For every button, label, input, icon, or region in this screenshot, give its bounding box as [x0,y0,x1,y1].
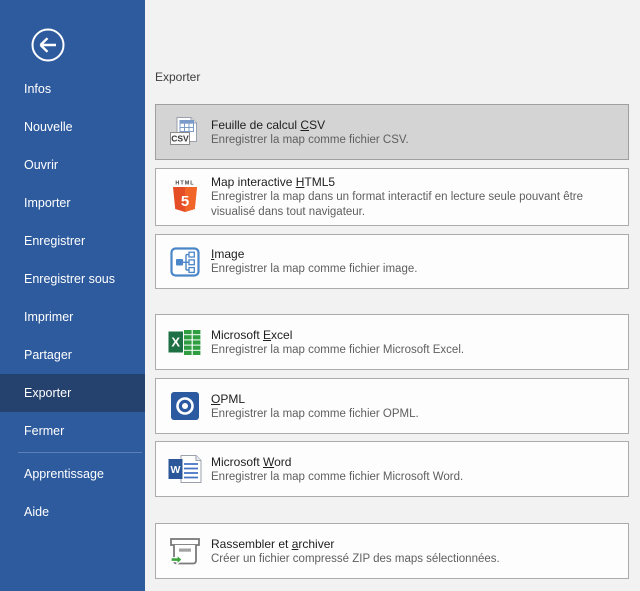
back-arrow-icon [30,27,66,63]
export-option-title: Microsoft Word [211,454,463,470]
opml-icon [167,391,203,421]
image-map-icon [167,246,203,278]
export-option-text: Map interactive HTML5 Enregistrer la map… [211,174,628,220]
export-option-title: Image [211,246,417,262]
export-option-text: Microsoft Word Enregistrer la map comme … [211,454,473,485]
export-options-list: CSV Feuille de calcul CSV Enregistrer la… [155,104,629,579]
sidebar-item-aide[interactable]: Aide [0,493,145,531]
export-option-description: Enregistrer la map dans un format intera… [211,190,618,220]
sidebar-item-fermer[interactable]: Fermer [0,412,145,450]
export-option-excel[interactable]: X Microsoft Excel Enregistrer la map com… [155,314,629,370]
sidebar-item-apprentissage[interactable]: Apprentissage [0,455,145,493]
sidebar-menu: Infos Nouvelle Ouvrir Importer Enregistr… [0,70,145,531]
excel-icon: X [167,327,203,357]
export-option-html5[interactable]: HTML 5 Map interactive HTML5 Enregistrer… [155,168,629,226]
export-option-description: Enregistrer la map comme fichier Microso… [211,470,463,485]
sidebar-item-partager[interactable]: Partager [0,336,145,374]
export-option-title: Map interactive HTML5 [211,174,618,190]
export-option-title: Rassembler et archiver [211,536,500,552]
sidebar-item-enregistrer-sous[interactable]: Enregistrer sous [0,260,145,298]
sidebar-item-infos[interactable]: Infos [0,70,145,108]
export-option-title: Microsoft Excel [211,327,464,343]
export-option-text: Rassembler et archiver Créer un fichier … [211,536,510,567]
archive-box-icon [167,536,203,566]
svg-text:HTML: HTML [175,181,194,187]
html5-logo-icon: HTML 5 [167,179,203,215]
sidebar-item-enregistrer[interactable]: Enregistrer [0,222,145,260]
export-option-text: OPML Enregistrer la map comme fichier OP… [211,391,429,422]
page-title: Exporter [155,70,200,84]
export-option-title: Feuille de calcul CSV [211,117,409,133]
back-button[interactable] [30,27,66,63]
csv-file-icon: CSV [167,116,203,148]
export-option-text: Image Enregistrer la map comme fichier i… [211,246,427,277]
export-option-description: Enregistrer la map comme fichier CSV. [211,133,409,148]
svg-text:5: 5 [181,193,189,210]
export-option-title: OPML [211,391,419,407]
export-option-text: Feuille de calcul CSV Enregistrer la map… [211,117,419,148]
export-option-text: Microsoft Excel Enregistrer la map comme… [211,327,474,358]
export-option-description: Enregistrer la map comme fichier Microso… [211,343,464,358]
sidebar-divider [18,452,142,453]
svg-text:W: W [171,464,181,476]
export-option-description: Enregistrer la map comme fichier image. [211,262,417,277]
export-option-word[interactable]: W Microsoft Word Enregistrer la map comm… [155,441,629,497]
sidebar: Infos Nouvelle Ouvrir Importer Enregistr… [0,0,145,591]
word-icon: W [167,454,203,484]
export-panel: Exporter CSV Feuille de calcul [145,0,640,591]
svg-text:X: X [171,335,180,350]
svg-text:CSV: CSV [171,134,189,144]
export-option-image[interactable]: Image Enregistrer la map comme fichier i… [155,234,629,289]
sidebar-item-exporter[interactable]: Exporter [0,374,145,412]
export-option-archive[interactable]: Rassembler et archiver Créer un fichier … [155,523,629,579]
sidebar-item-imprimer[interactable]: Imprimer [0,298,145,336]
export-option-description: Créer un fichier compressé ZIP des maps … [211,552,500,567]
export-option-csv[interactable]: CSV Feuille de calcul CSV Enregistrer la… [155,104,629,160]
export-option-opml[interactable]: OPML Enregistrer la map comme fichier OP… [155,378,629,434]
sidebar-item-nouvelle[interactable]: Nouvelle [0,108,145,146]
sidebar-item-importer[interactable]: Importer [0,184,145,222]
export-option-description: Enregistrer la map comme fichier OPML. [211,407,419,422]
sidebar-item-ouvrir[interactable]: Ouvrir [0,146,145,184]
